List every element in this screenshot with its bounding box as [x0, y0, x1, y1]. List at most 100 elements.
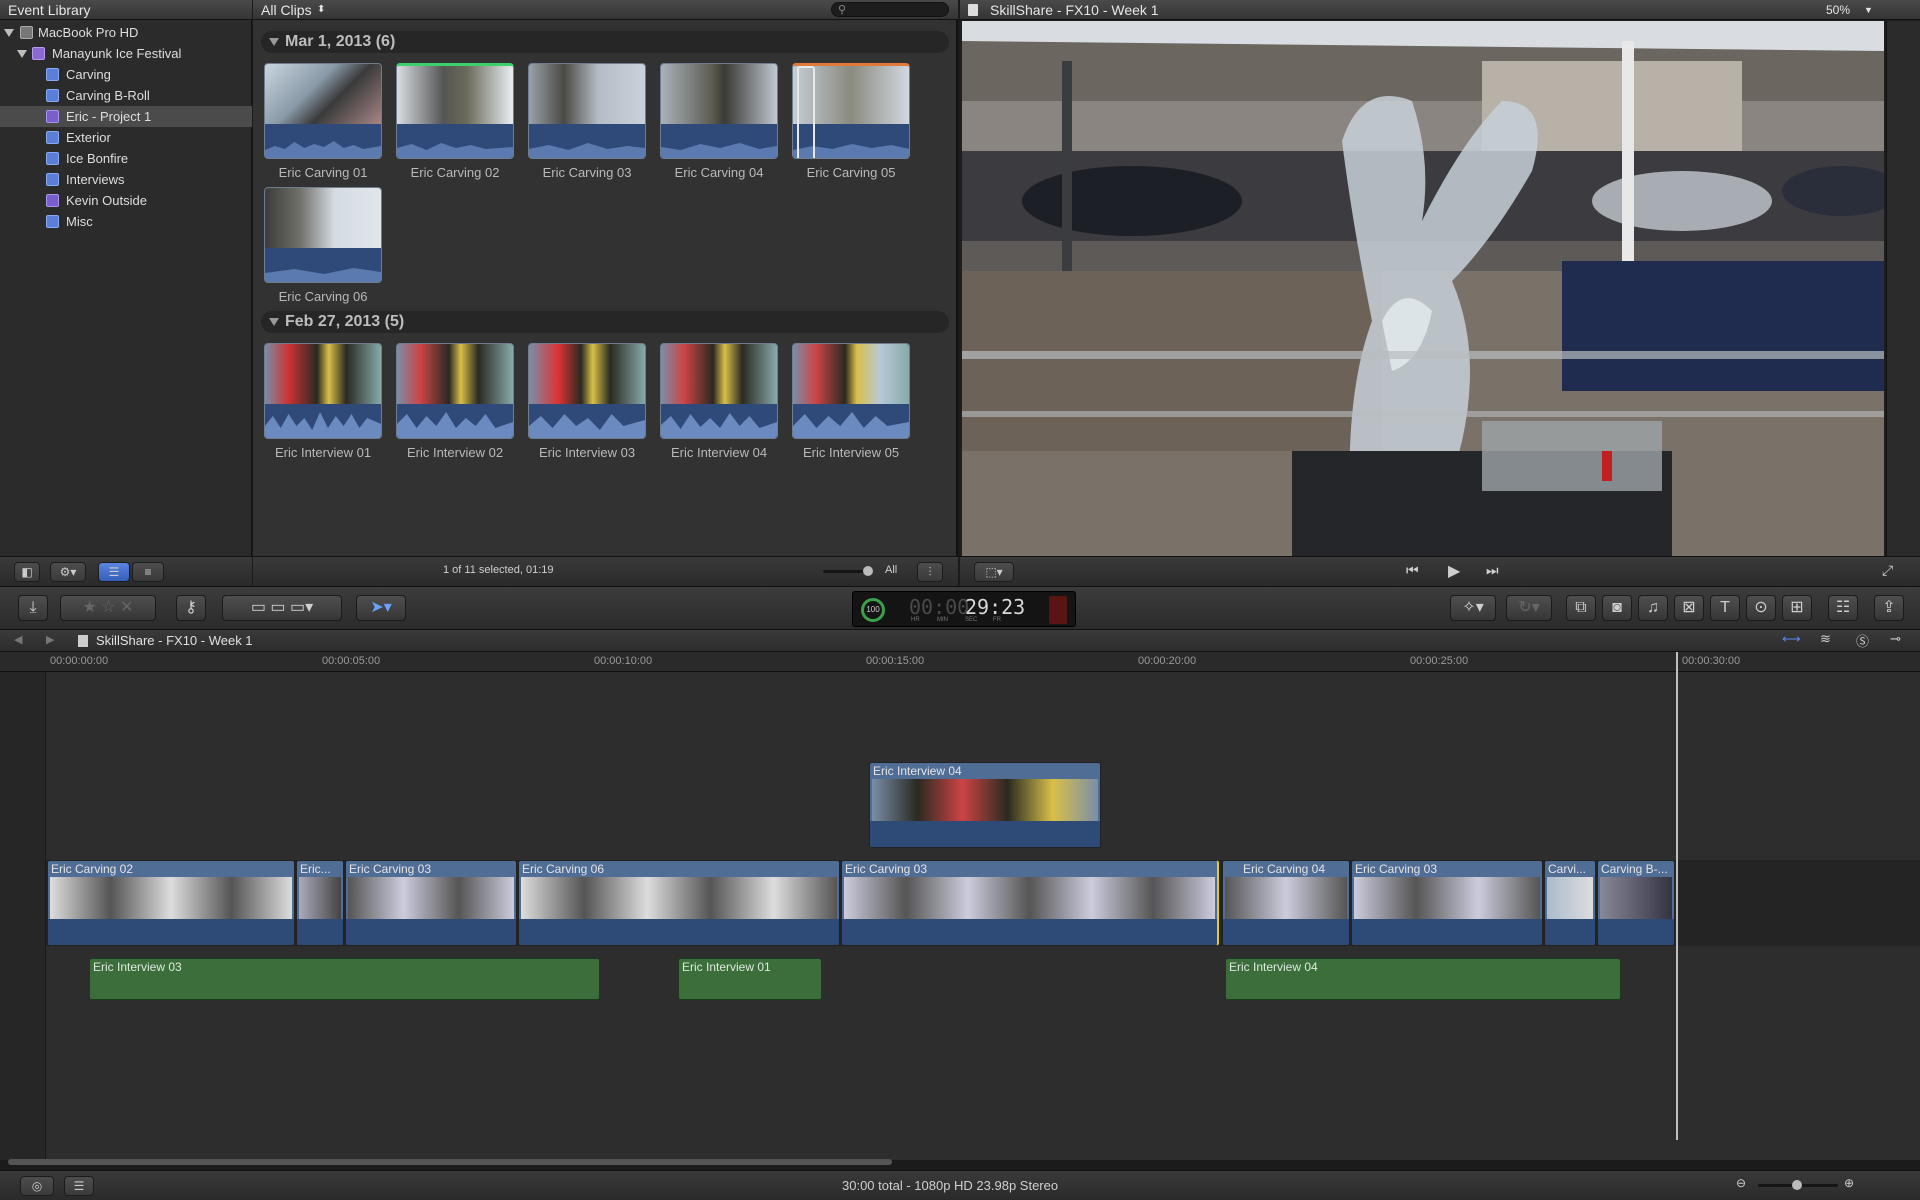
- browser-clip[interactable]: Eric Interview 04: [660, 343, 778, 460]
- browser-clip[interactable]: Eric Interview 01: [264, 343, 382, 460]
- library-item-carving-broll[interactable]: Carving B-Roll: [0, 85, 252, 106]
- generators-browser-button[interactable]: ⊙: [1746, 595, 1776, 621]
- connected-audio-clip[interactable]: Eric Interview 04: [1225, 958, 1621, 1000]
- storyline-clip[interactable]: Carvi...: [1544, 860, 1596, 946]
- storyline-clip[interactable]: Eric Carving 03: [1351, 860, 1543, 946]
- titles-browser-button[interactable]: T: [1710, 595, 1740, 621]
- storyline-clip[interactable]: Eric Carving 03: [345, 860, 517, 946]
- clip-thumbnail[interactable]: [528, 343, 646, 439]
- timeline-zoom-slider[interactable]: [1758, 1180, 1838, 1190]
- retime-button[interactable]: ↻▾: [1506, 595, 1552, 621]
- clip-filter-dropdown[interactable]: All Clips: [261, 0, 312, 20]
- browser-clip[interactable]: Eric Interview 03: [528, 343, 646, 460]
- timeline-index-button[interactable]: ☰: [64, 1176, 94, 1196]
- timeline-ruler[interactable]: 00:00:00:00 00:00:05:00 00:00:10:00 00:0…: [0, 652, 1920, 672]
- clip-thumbnail[interactable]: [264, 187, 382, 283]
- clip-appearance-button[interactable]: ⫶: [917, 562, 943, 582]
- edit-buttons[interactable]: ▭ ▭ ▭▾: [222, 595, 342, 621]
- select-tool-button[interactable]: ➤▾: [356, 595, 406, 621]
- clip-thumbnail[interactable]: [660, 343, 778, 439]
- slider-knob[interactable]: [863, 566, 873, 576]
- browser-clip[interactable]: Eric Carving 01: [264, 63, 382, 180]
- dashboard-timecode[interactable]: 100 00:00 29:23 HR MIN SEC FR: [852, 591, 1076, 627]
- next-edit-icon[interactable]: ⏭: [1486, 562, 1499, 579]
- clip-thumbnail[interactable]: [660, 63, 778, 159]
- clip-thumbnail[interactable]: [264, 343, 382, 439]
- browser-clip[interactable]: Eric Carving 06: [264, 187, 382, 304]
- horizontal-scrollbar[interactable]: [8, 1159, 892, 1165]
- library-item-interviews[interactable]: Interviews: [0, 169, 252, 190]
- effects-browser-button[interactable]: ⧉: [1566, 595, 1596, 621]
- library-item-misc[interactable]: Misc: [0, 211, 252, 232]
- browser-clip[interactable]: Eric Carving 04: [660, 63, 778, 180]
- previous-edit-icon[interactable]: ⏮: [1406, 562, 1419, 579]
- storyline-clip[interactable]: Eric Carving 04: [1222, 860, 1350, 946]
- library-item-kevin-outside[interactable]: Kevin Outside: [0, 190, 252, 211]
- storyline-clip-selected[interactable]: Eric Carving 03: [841, 860, 1219, 946]
- viewer-zoom-dropdown[interactable]: 50%: [1826, 0, 1850, 20]
- browser-clip[interactable]: Eric Carving 02: [396, 63, 514, 180]
- audio-skimming-icon[interactable]: ≋: [1820, 631, 1831, 647]
- clip-thumbnail[interactable]: [396, 343, 514, 439]
- clip-thumbnail[interactable]: [264, 63, 382, 159]
- library-item-carving[interactable]: Carving: [0, 64, 252, 85]
- viewer-video-frame[interactable]: [962, 21, 1884, 556]
- library-item-drive[interactable]: MacBook Pro HD: [0, 22, 252, 43]
- audio-meters-button[interactable]: ◎: [20, 1176, 54, 1196]
- disclosure-triangle-icon[interactable]: [269, 38, 279, 46]
- library-item-eric-project[interactable]: Eric - Project 1: [0, 106, 252, 127]
- clip-appearance-icon[interactable]: ⟷: [1782, 631, 1801, 647]
- share-button[interactable]: ⇪: [1874, 595, 1904, 621]
- action-menu-button[interactable]: ⚙▾: [50, 562, 86, 582]
- clip-thumbnail[interactable]: [792, 343, 910, 439]
- playhead[interactable]: [1676, 652, 1678, 1140]
- background-tasks-ring[interactable]: 100: [861, 598, 885, 622]
- browser-clip[interactable]: Eric Carving 03: [528, 63, 646, 180]
- clip-thumbnail[interactable]: [792, 63, 910, 159]
- clip-thumbnail[interactable]: [528, 63, 646, 159]
- library-item-festival[interactable]: Manayunk Ice Festival: [0, 43, 252, 64]
- transitions-browser-button[interactable]: ⊠: [1674, 595, 1704, 621]
- transform-dropdown-button[interactable]: ⬚▾: [974, 562, 1014, 582]
- import-button[interactable]: ⤓: [18, 595, 48, 621]
- library-item-exterior[interactable]: Exterior: [0, 127, 252, 148]
- filmstrip-view-button[interactable]: ☰: [98, 562, 130, 582]
- inspector-button[interactable]: ☷: [1828, 595, 1858, 621]
- date-group-header[interactable]: Mar 1, 2013 (6): [261, 31, 949, 53]
- storyline-clip[interactable]: Eric Carving 02: [47, 860, 295, 946]
- disclosure-triangle-icon[interactable]: [269, 318, 279, 326]
- disclosure-triangle-icon[interactable]: [4, 29, 14, 37]
- themes-browser-button[interactable]: ⊞: [1782, 595, 1812, 621]
- library-item-ice-bonfire[interactable]: Ice Bonfire: [0, 148, 252, 169]
- connected-audio-clip[interactable]: Eric Interview 03: [89, 958, 600, 1000]
- slider-knob[interactable]: [1792, 1180, 1802, 1190]
- clip-thumbnail[interactable]: [396, 63, 514, 159]
- browser-clip[interactable]: Eric Interview 02: [396, 343, 514, 460]
- solo-icon[interactable]: Ⓢ: [1856, 631, 1869, 650]
- timeline[interactable]: Eric Interview 04 Eric Carving 02 Eric..…: [0, 652, 1920, 1165]
- storyline-clip[interactable]: Carving B-...: [1597, 860, 1675, 946]
- forward-arrow-icon[interactable]: ▶: [46, 633, 54, 646]
- storyline-clip[interactable]: Eric Carving 06: [518, 860, 840, 946]
- disclosure-triangle-icon[interactable]: [17, 50, 27, 58]
- zoom-in-icon[interactable]: ⊕: [1844, 1176, 1854, 1190]
- list-view-button[interactable]: ≡: [132, 562, 164, 582]
- date-group-header[interactable]: Feb 27, 2013 (5): [261, 311, 949, 333]
- show-hide-library-button[interactable]: ◧: [14, 562, 40, 582]
- storyline-clip[interactable]: Eric...: [296, 860, 344, 946]
- snapping-icon[interactable]: ⊸: [1890, 631, 1901, 647]
- connected-audio-clip[interactable]: Eric Interview 01: [678, 958, 822, 1000]
- rating-buttons[interactable]: ★ ☆ ✕: [60, 595, 156, 621]
- fullscreen-icon[interactable]: ⤢: [1882, 562, 1893, 579]
- play-icon[interactable]: ▶: [1448, 561, 1460, 581]
- connected-video-clip[interactable]: Eric Interview 04: [869, 762, 1101, 848]
- music-browser-button[interactable]: ♫: [1638, 595, 1668, 621]
- zoom-out-icon[interactable]: ⊖: [1736, 1176, 1746, 1190]
- photos-browser-button[interactable]: ◙: [1602, 595, 1632, 621]
- back-arrow-icon[interactable]: ◀: [14, 633, 22, 646]
- search-field[interactable]: ⚲: [831, 2, 949, 17]
- browser-clip[interactable]: Eric Carving 05: [792, 63, 910, 180]
- browser-clip[interactable]: Eric Interview 05: [792, 343, 910, 460]
- enhancements-button[interactable]: ✧▾: [1450, 595, 1496, 621]
- keyword-button[interactable]: ⚷: [176, 595, 206, 621]
